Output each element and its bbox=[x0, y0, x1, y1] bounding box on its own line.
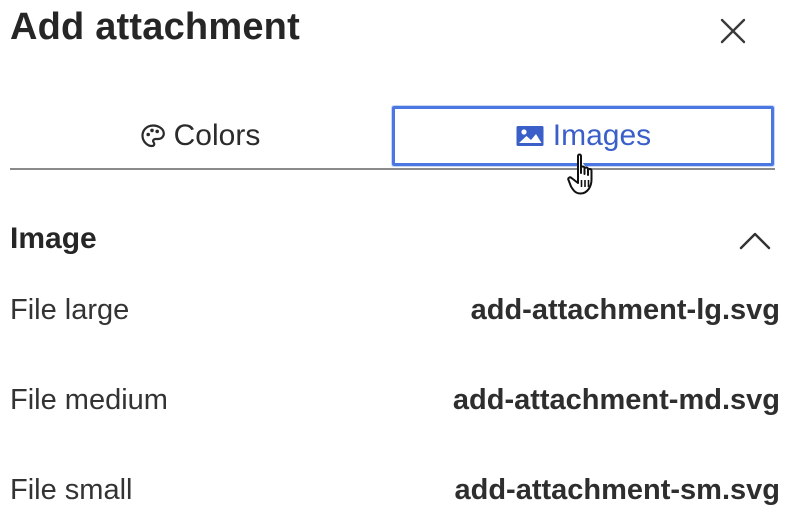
collapse-section-button[interactable] bbox=[735, 224, 775, 258]
section-title: Image bbox=[10, 222, 97, 255]
palette-icon bbox=[140, 123, 166, 149]
hand-cursor-icon bbox=[567, 153, 593, 195]
tab-colors[interactable]: Colors bbox=[10, 106, 390, 166]
row-label: File medium bbox=[10, 384, 168, 416]
panel-title: Add attachment bbox=[10, 6, 300, 48]
tab-images-label: Images bbox=[552, 119, 652, 152]
row-value: add-attachment-lg.svg bbox=[470, 294, 780, 326]
row-value: add-attachment-sm.svg bbox=[454, 474, 780, 506]
tab-divider bbox=[10, 168, 775, 170]
row-value: add-attachment-md.svg bbox=[452, 384, 780, 416]
file-row-small: File small add-attachment-sm.svg bbox=[10, 470, 780, 509]
chevron-up-icon bbox=[739, 232, 771, 250]
close-icon bbox=[720, 18, 746, 44]
file-row-medium: File medium add-attachment-md.svg bbox=[10, 380, 780, 424]
close-button[interactable] bbox=[712, 10, 754, 52]
image-section-header: Image bbox=[10, 218, 775, 264]
tab-bar: Colors Images bbox=[10, 106, 775, 170]
tab-colors-label: Colors bbox=[173, 119, 261, 152]
row-label: File large bbox=[10, 294, 130, 326]
file-row-large: File large add-attachment-lg.svg bbox=[10, 290, 780, 334]
image-icon bbox=[515, 124, 545, 148]
row-label: File small bbox=[10, 474, 133, 506]
add-attachment-panel: Add attachment Colors Images Image File … bbox=[0, 0, 785, 509]
